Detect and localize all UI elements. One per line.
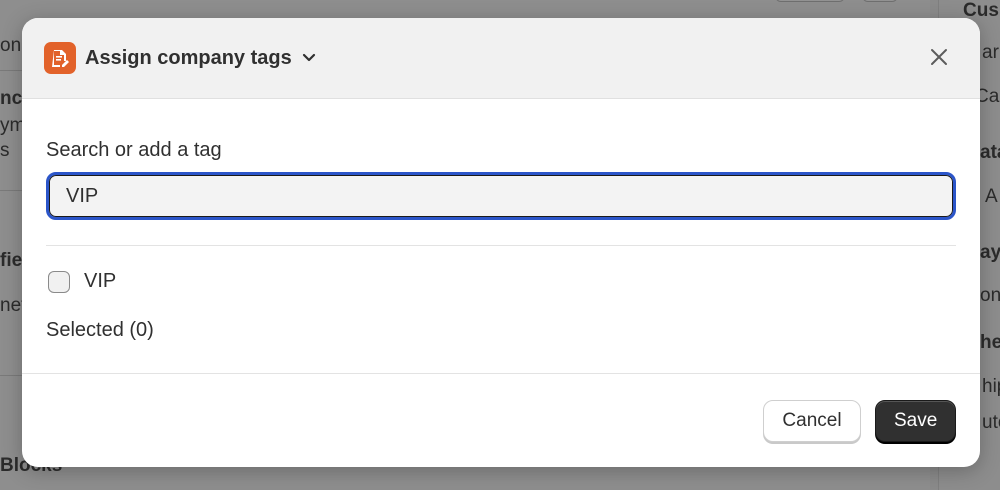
tag-search-input[interactable] [46, 172, 956, 220]
modal-header: Assign company tags [22, 18, 980, 99]
background-text: s [0, 140, 10, 161]
document-edit-icon [44, 42, 76, 74]
background-text: ar [982, 42, 999, 63]
chevron-down-icon [302, 53, 316, 63]
tag-checkbox[interactable] [48, 270, 70, 293]
background-text: he [980, 332, 1000, 353]
background-text: ata [980, 142, 1000, 163]
title-dropdown[interactable]: Assign company tags [85, 47, 316, 70]
cancel-button[interactable]: Cancel [763, 400, 861, 442]
divider [46, 245, 956, 246]
background-text: A [985, 186, 998, 207]
close-button[interactable] [924, 44, 954, 74]
background-text: uto [982, 412, 1000, 433]
search-label: Search or add a tag [46, 139, 222, 161]
selected-count: Selected (0) [46, 319, 154, 341]
background-button [775, 0, 845, 2]
background-text: on [0, 35, 22, 56]
background-button [862, 0, 898, 2]
background-text: on [980, 285, 1000, 306]
modal-footer: Cancel Save [763, 400, 956, 442]
modal-body: Search or add a tag VIP Selected (0) [22, 99, 980, 342]
footer-divider [22, 373, 980, 374]
tag-option-label: VIP [84, 270, 117, 292]
assign-tags-modal: Assign company tags Search or add a tag … [22, 18, 980, 467]
modal-title: Assign company tags [85, 46, 292, 69]
close-icon [930, 48, 948, 71]
tag-option[interactable]: VIP [46, 270, 956, 293]
background-text: hip [982, 376, 1000, 397]
background-text: nc [0, 88, 23, 109]
background-text: fie [0, 250, 23, 271]
save-button[interactable]: Save [875, 400, 956, 442]
background-text: ay [980, 242, 1000, 263]
